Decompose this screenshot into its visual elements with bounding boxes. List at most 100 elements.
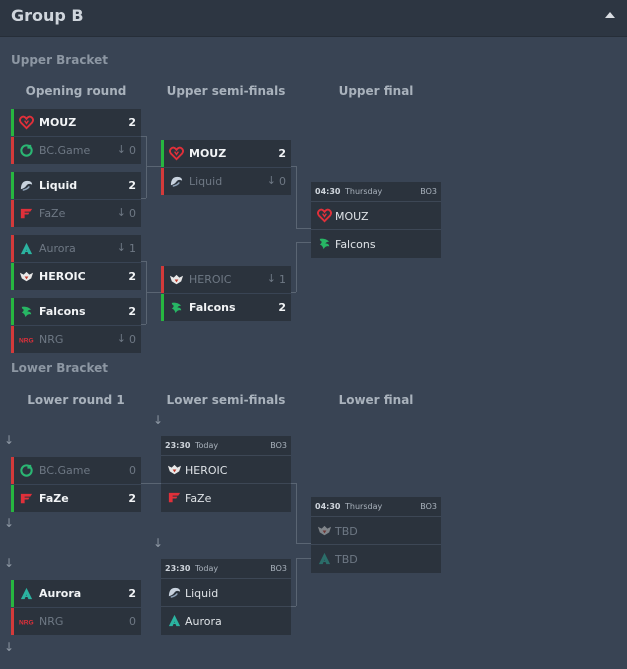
- team-score: 2: [128, 305, 136, 318]
- nrg-logo-icon: [19, 614, 34, 629]
- upper-semi-2-team-a[interactable]: HEROIC ↓ 1: [161, 266, 291, 293]
- team-name: BC.Game: [39, 144, 91, 157]
- team-name: NRG: [39, 615, 64, 628]
- team-name: FaZe: [185, 492, 212, 505]
- team-name: FaZe: [39, 207, 66, 220]
- opening-row-2-team-a[interactable]: Liquid 2: [11, 172, 141, 199]
- heroic-faze-logo-icon: [317, 523, 332, 538]
- match-team-1[interactable]: TBD: [311, 517, 441, 545]
- liquid-logo-icon: [19, 178, 34, 193]
- upper-semi-2-team-b[interactable]: Falcons 2: [161, 294, 291, 321]
- faze-logo-icon: [19, 491, 34, 506]
- opening-row-3-team-a[interactable]: Aurora ↓ 1: [11, 235, 141, 262]
- opening-row-1-team-a[interactable]: MOUZ 2: [11, 109, 141, 136]
- team-score: 2: [128, 270, 136, 283]
- match-team-1[interactable]: Liquid: [161, 579, 291, 607]
- mouz-logo-icon: [169, 146, 184, 161]
- match-team-1[interactable]: MOUZ: [311, 202, 441, 230]
- team-name: Falcons: [189, 301, 236, 314]
- falcons-logo-icon: [317, 236, 332, 251]
- down-arrow-icon: ↓: [4, 516, 15, 530]
- bcgame-logo-icon: [19, 143, 34, 158]
- team-score: 0: [279, 175, 286, 188]
- team-name: FaZe: [39, 492, 69, 505]
- heroic-logo-icon: [19, 269, 34, 284]
- lower-semi-1-match[interactable]: 23:30 Today BO3 HEROIC FaZe: [161, 436, 291, 512]
- team-score: 1: [279, 273, 286, 286]
- team-name: MOUZ: [335, 210, 369, 223]
- match-time: 04:30: [315, 502, 341, 511]
- match-day: Thursday: [345, 187, 383, 196]
- team-score: 0: [129, 207, 136, 220]
- down-arrow-icon: ↓: [4, 640, 15, 654]
- team-score: 0: [129, 333, 136, 346]
- team-name: Liquid: [185, 587, 219, 600]
- team-name: MOUZ: [39, 116, 77, 129]
- down-arrow-icon: ↓: [266, 174, 276, 187]
- team-name: Aurora: [39, 242, 76, 255]
- faze-logo-icon: [19, 206, 34, 221]
- opening-row-2-team-b[interactable]: FaZe ↓ 0: [11, 200, 141, 227]
- aurora-logo-icon: [167, 613, 182, 628]
- match-team-2[interactable]: Aurora: [161, 607, 291, 635]
- team-score: 0: [129, 464, 136, 477]
- faze-logo-icon: [167, 490, 182, 505]
- opening-row-3-team-b[interactable]: HEROIC 2: [11, 263, 141, 290]
- match-team-1[interactable]: HEROIC: [161, 456, 291, 484]
- team-name: Liquid: [39, 179, 78, 192]
- lower-r1-2-team-b[interactable]: NRG 0: [11, 608, 141, 635]
- liquid-logo-icon: [167, 585, 182, 600]
- match-header: 04:30 Thursday BO3: [311, 497, 441, 517]
- down-arrow-icon: ↓: [4, 556, 15, 570]
- mouz-logo-icon: [317, 208, 332, 223]
- liquid-aurora-logo-icon: [317, 551, 332, 566]
- team-score: 2: [128, 587, 136, 600]
- team-name: HEROIC: [39, 270, 86, 283]
- aurora-logo-icon: [19, 241, 34, 256]
- aurora-logo-icon: [19, 586, 34, 601]
- group-header[interactable]: Group B: [0, 0, 627, 37]
- opening-row-4-team-a[interactable]: Falcons 2: [11, 298, 141, 325]
- match-header: 04:30 Thursday BO3: [311, 182, 441, 202]
- team-name: BC.Game: [39, 464, 91, 477]
- lower-final-match[interactable]: 04:30 Thursday BO3 TBD TBD: [311, 497, 441, 573]
- team-name: HEROIC: [185, 464, 228, 477]
- upper-final-match[interactable]: 04:30 Thursday BO3 MOUZ Falcons: [311, 182, 441, 258]
- lower-r1-1-team-b[interactable]: FaZe 2: [11, 485, 141, 512]
- group-title: Group B: [11, 6, 84, 25]
- match-team-2[interactable]: Falcons: [311, 230, 441, 258]
- down-arrow-icon: ↓: [116, 332, 126, 345]
- team-name: Falcons: [39, 305, 86, 318]
- falcons-logo-icon: [19, 304, 34, 319]
- match-format: BO3: [270, 441, 287, 450]
- opening-row-4-team-b[interactable]: NRG ↓ 0: [11, 326, 141, 353]
- team-name: Aurora: [39, 587, 82, 600]
- match-header: 23:30 Today BO3: [161, 559, 291, 579]
- upper-semi-1-team-a[interactable]: MOUZ 2: [161, 140, 291, 167]
- down-arrow-icon: ↓: [116, 206, 126, 219]
- match-team-2[interactable]: FaZe: [161, 484, 291, 512]
- match-team-2[interactable]: TBD: [311, 545, 441, 573]
- team-name: TBD: [335, 553, 358, 566]
- team-name: NRG: [39, 333, 64, 346]
- down-arrow-icon: ↓: [153, 413, 164, 427]
- down-arrow-icon: ↓: [116, 143, 126, 156]
- liquid-logo-icon: [169, 174, 184, 189]
- bcgame-logo-icon: [19, 463, 34, 478]
- lower-r1-1-team-a[interactable]: BC.Game 0: [11, 457, 141, 484]
- team-score: 2: [128, 492, 136, 505]
- heroic-logo-icon: [169, 272, 184, 287]
- opening-row-1-team-b[interactable]: BC.Game ↓ 0: [11, 137, 141, 164]
- match-day: Today: [195, 564, 219, 573]
- match-time: 04:30: [315, 187, 341, 196]
- lower-semi-2-match[interactable]: 23:30 Today BO3 Liquid Aurora: [161, 559, 291, 635]
- match-format: BO3: [270, 564, 287, 573]
- falcons-logo-icon: [169, 300, 184, 315]
- heroic-logo-icon: [167, 462, 182, 477]
- down-arrow-icon: ↓: [153, 536, 164, 550]
- upper-semi-1-team-b[interactable]: Liquid ↓ 0: [161, 168, 291, 195]
- match-header: 23:30 Today BO3: [161, 436, 291, 456]
- collapse-caret-icon[interactable]: [605, 12, 615, 18]
- lower-r1-2-team-a[interactable]: Aurora 2: [11, 580, 141, 607]
- team-name: HEROIC: [189, 273, 232, 286]
